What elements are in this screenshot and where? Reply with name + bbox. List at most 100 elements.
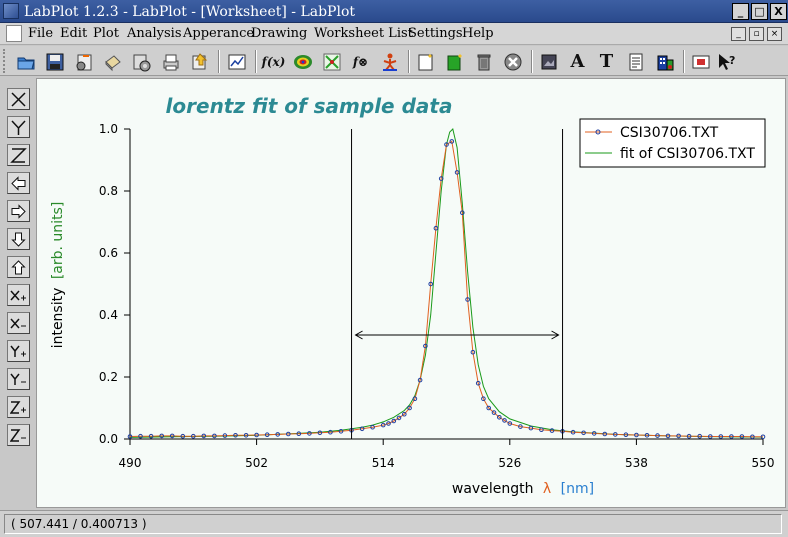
y-label-unit: [arb. units] [50,202,66,279]
fit-curve-line [129,128,764,438]
status-bar: ( 507.441 / 0.400713 ) [0,510,788,537]
arrow-left-icon[interactable] [7,172,30,194]
arrow-up-icon[interactable] [7,256,30,278]
z-plus-icon[interactable] [7,396,30,418]
function-3d-label: f⊗ [352,54,369,69]
y-tick-label: 0.6 [99,246,118,260]
menu-help[interactable]: Help [462,26,494,41]
x-tick-label: 490 [119,456,142,470]
z-icon[interactable] [7,144,30,166]
function-label: f(x) [261,54,286,69]
x-tick-label: 502 [245,456,268,470]
new-spreadsheet-icon[interactable] [442,49,467,74]
x-icon[interactable] [7,88,30,110]
legend-label-fit: fit of CSI30706.TXT [620,146,755,162]
y-tick-label: 0.4 [99,308,118,322]
z-minus-icon[interactable] [7,424,30,446]
building-icon[interactable] [652,49,677,74]
x-label-unit: [nm] [561,481,594,497]
fit-screen-icon[interactable] [688,49,713,74]
scatter-icon[interactable] [319,49,344,74]
text-A-icon[interactable]: A [565,49,590,74]
text-A-label: A [570,51,585,72]
menu-drawing[interactable]: Drawing [251,26,307,41]
open-icon[interactable] [13,49,38,74]
function-icon[interactable]: f(x) [261,49,286,74]
toolbar-separator [218,50,220,73]
surface-icon[interactable] [290,49,315,74]
app-icon[interactable] [3,3,19,19]
y-axis-label: intensity [arb. units] [50,202,66,349]
whats-this-icon[interactable]: ? [714,49,739,74]
title-bar: LabPlot 1.2.3 - LabPlot - [Worksheet] - … [0,0,788,23]
menu-settings[interactable]: Settings [408,26,463,41]
minimize-button[interactable]: _ [732,3,749,20]
plot-svg[interactable]: lorentz fit of sample data 490 502 514 526 5… [37,79,785,507]
x-minus-icon[interactable] [7,312,30,334]
image-icon[interactable] [536,49,561,74]
svg-text:?: ? [729,54,735,67]
import-icon[interactable] [71,49,96,74]
trash-icon[interactable] [471,49,496,74]
toolbar-separator [683,50,685,73]
plot-title: lorentz fit of sample data [166,94,453,118]
function-3d-icon[interactable]: f⊗ [348,49,373,74]
x-label-symbol: λ [543,481,551,497]
y-icon[interactable] [7,116,30,138]
maximize-button[interactable]: □ [751,3,768,20]
arrow-right-icon[interactable] [7,200,30,222]
legend[interactable]: CSI30706.TXT fit of CSI30706.TXT [579,118,766,168]
x-axis-label: wavelength λ [nm] [452,481,594,497]
graph-icon[interactable] [224,49,249,74]
menu-worksheet-list[interactable]: Worksheet List [314,26,413,41]
x-tick-label: 526 [498,456,521,470]
print-icon[interactable] [100,49,125,74]
new-worksheet-icon[interactable] [413,49,438,74]
y-plus-icon[interactable] [7,340,30,362]
plot-toolbar [0,82,34,507]
y-tick-label: 0.8 [99,184,118,198]
export-icon[interactable] [187,49,212,74]
mdi-close-button[interactable]: × [767,27,782,41]
toolbar-separator [531,50,533,73]
menu-file[interactable]: File [28,26,53,41]
mdi-restore-button[interactable]: ▫ [749,27,764,41]
x-tick-label: 538 [625,456,648,470]
save-icon[interactable] [42,49,67,74]
window-title: LabPlot 1.2.3 - LabPlot - [Worksheet] - … [24,4,356,20]
menu-analysis[interactable]: Analysis [127,26,182,41]
document-icon[interactable] [6,25,22,42]
y-label-text: intensity [50,288,66,349]
y-tick-label: 0.0 [99,432,118,446]
text-T-label: T [599,51,614,72]
text-T-icon[interactable]: T [594,49,619,74]
worksheet-canvas[interactable]: lorentz fit of sample data 490 502 514 526 5… [36,78,786,508]
main-toolbar: f(x) f⊗ A T ? [0,46,788,76]
arrow-down-icon[interactable] [7,228,30,250]
toolbar-separator [408,50,410,73]
axes: 490 502 514 526 538 550 0.0 0.2 0.4 0.6 0.8 1.0 [99,122,775,470]
cursor-coordinates: ( 507.441 / 0.400713 ) [4,514,782,534]
x-label-text: wavelength [452,481,534,497]
x-plus-icon[interactable] [7,284,30,306]
y-minus-icon[interactable] [7,368,30,390]
figure-icon[interactable] [377,49,402,74]
x-tick-label: 514 [372,456,395,470]
menu-edit[interactable]: Edit [60,26,87,41]
y-tick-label: 1.0 [99,122,118,136]
toolbar-separator [255,50,257,73]
close-button[interactable]: X [770,3,787,20]
print-preview-icon[interactable] [158,49,183,74]
settings-icon[interactable] [129,49,154,74]
menu-apperance[interactable]: Apperance [183,26,254,41]
mdi-minimize-button[interactable]: _ [731,27,746,41]
y-tick-label: 0.2 [99,370,118,384]
menu-plot[interactable]: Plot [93,26,119,41]
data-curve-line [129,140,763,438]
toolbar-handle[interactable] [3,49,9,73]
x-tick-label: 550 [752,456,775,470]
notes-icon[interactable] [623,49,648,74]
legend-label-data: CSI30706.TXT [620,125,719,141]
close-circle-icon[interactable] [500,49,525,74]
menu-bar: File Edit Plot Analysis Apperance Drawin… [0,23,788,45]
